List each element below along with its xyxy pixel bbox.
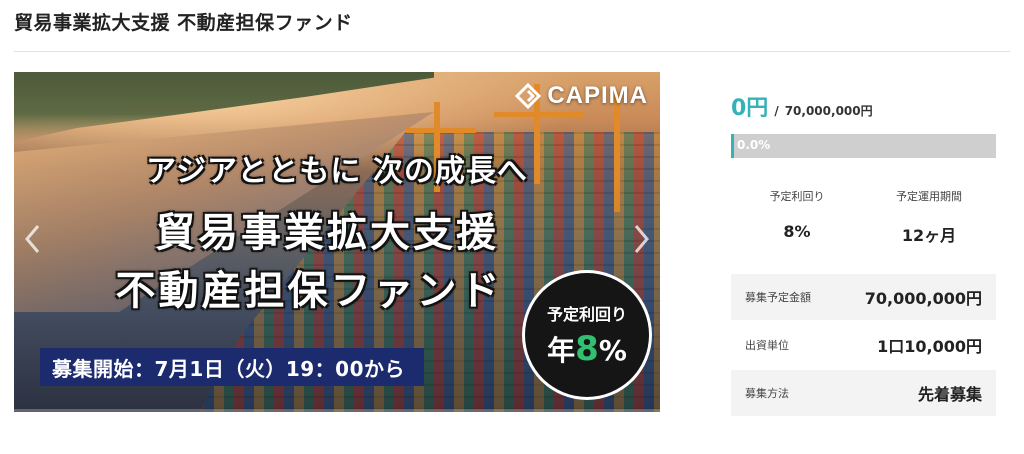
funding-progress-fill — [731, 134, 734, 158]
stat-value: 8% — [783, 222, 811, 241]
stat-operation-period: 予定運用期間 12ヶ月 — [863, 188, 995, 246]
stat-expected-yield: 予定利回り 8% — [731, 188, 863, 241]
detail-value: 70,000,000円 — [864, 289, 982, 308]
capima-logo-text: CAPIMA — [547, 82, 648, 109]
detail-row-recruit-method: 募集方法 先着募集 — [731, 370, 996, 416]
detail-value: 1口10,000円 — [877, 337, 982, 356]
header-divider — [14, 51, 1010, 52]
yield-badge-percent: % — [598, 334, 627, 367]
capima-logo: CAPIMA — [515, 82, 648, 110]
stat-value: 12ヶ月 — [901, 226, 957, 245]
stat-label: 予定利回り — [769, 190, 825, 203]
slider-progress-track — [14, 409, 660, 412]
yield-badge-number: 8 — [575, 329, 599, 369]
detail-row-investment-unit: 出資単位 1口10,000円 — [731, 322, 996, 368]
raised-amount: 0円 — [731, 96, 769, 121]
detail-label: 出資単位 — [745, 339, 789, 352]
page-title: 貿易事業拡大支援 不動産担保ファンド — [14, 12, 353, 34]
target-amount: 70,000,000円 — [784, 104, 873, 118]
hero-banner-slider[interactable]: CAPIMA アジアとともに 次の成長へ 貿易事業拡大支援 不動産担保ファンド … — [14, 72, 660, 412]
yield-badge-label: 予定利回り — [546, 305, 627, 324]
slider-next-arrow-icon[interactable] — [634, 224, 650, 254]
yield-badge-prefix: 年 — [547, 334, 576, 367]
capima-logo-icon — [515, 82, 542, 110]
funding-progress-text: 0.0% — [737, 138, 771, 152]
recruit-start-bar: 募集開始：7月1日（火）19：00から — [40, 348, 424, 386]
detail-row-target-amount: 募集予定金額 70,000,000円 — [731, 274, 996, 320]
yield-badge: 予定利回り 年8% — [522, 270, 652, 400]
funding-progress-bar: 0.0% — [731, 134, 996, 158]
detail-label: 募集予定金額 — [745, 291, 811, 304]
detail-label: 募集方法 — [745, 387, 789, 400]
yield-badge-value: 年8% — [547, 329, 627, 369]
amount-separator: / — [774, 104, 779, 118]
banner-headline-2: 貿易事業拡大支援 — [155, 210, 499, 256]
detail-value: 先着募集 — [917, 385, 982, 404]
stat-label: 予定運用期間 — [896, 190, 962, 203]
yield-badge-inner: 予定利回り 年8% — [525, 273, 649, 397]
banner-headline-1: アジアとともに 次の成長へ — [146, 154, 528, 189]
funding-amount-row: 0円 / 70,000,000円 — [731, 90, 873, 122]
slider-prev-arrow-icon[interactable] — [24, 224, 40, 254]
